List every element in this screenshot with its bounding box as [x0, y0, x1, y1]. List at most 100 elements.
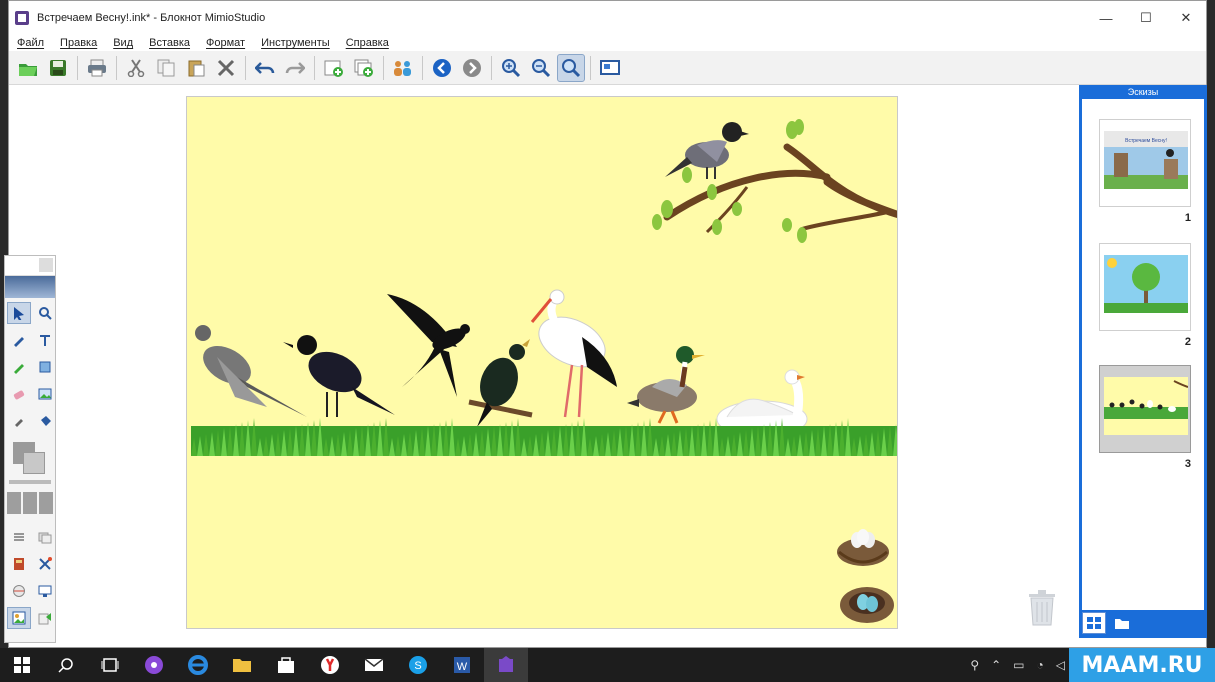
volume-icon[interactable]: ◁ [1056, 658, 1065, 672]
thumbnails-panel: Эскизы Встречаем Весну! 1 2 3 [1079, 85, 1207, 638]
menu-help[interactable]: Справка [346, 37, 389, 49]
title-bar: Встречаем Весну!.ink* - Блокнот MimioStu… [9, 1, 1206, 35]
nest-with-blue-eggs [840, 587, 894, 623]
zoom-tool-icon[interactable] [33, 302, 57, 324]
edge-icon[interactable] [176, 648, 220, 682]
copy-icon[interactable] [152, 54, 180, 82]
redo-icon[interactable] [281, 54, 309, 82]
layout-grid[interactable] [7, 492, 53, 514]
thumbnails-tab[interactable] [1082, 612, 1106, 634]
alice-icon[interactable] [132, 648, 176, 682]
gallery-tab[interactable] [1110, 612, 1134, 634]
pen-preview [5, 276, 55, 298]
wifi-icon[interactable]: ◔ [1037, 658, 1044, 672]
print-icon[interactable] [83, 54, 111, 82]
swallow [387, 294, 470, 397]
mimio-window: Встречаем Весну!.ink* - Блокнот MimioStu… [8, 0, 1207, 648]
dropper-icon[interactable] [7, 410, 31, 432]
grass-strip [191, 418, 897, 456]
explorer-icon[interactable] [220, 648, 264, 682]
stork [530, 289, 617, 418]
gallery-icon[interactable] [7, 607, 31, 629]
maximize-button[interactable]: ☐ [1126, 1, 1166, 35]
thumbnails-list: Встречаем Весну! 1 2 3 [1082, 99, 1204, 610]
yandex-icon[interactable] [308, 648, 352, 682]
trash-icon[interactable] [1026, 588, 1058, 626]
slide-artwork [195, 119, 897, 623]
back-icon[interactable] [428, 54, 456, 82]
task-view-icon[interactable] [88, 648, 132, 682]
search-icon[interactable] [44, 648, 88, 682]
paste-icon[interactable] [182, 54, 210, 82]
delete-icon[interactable] [212, 54, 240, 82]
skype-icon[interactable]: S [396, 648, 440, 682]
image-tool-icon[interactable] [33, 383, 57, 405]
tools-close-icon[interactable] [39, 258, 53, 272]
main-toolbar [9, 51, 1206, 85]
slide-page[interactable] [186, 96, 898, 629]
export-icon[interactable] [33, 607, 57, 629]
thumbnail-3-number: 3 [1184, 458, 1191, 470]
tools-icon[interactable] [33, 553, 57, 575]
zoom-out-icon[interactable] [527, 54, 555, 82]
taskbar: S W ⚲ ⌃ ▭ ◔ ◁ [0, 648, 1215, 682]
store-icon[interactable] [264, 648, 308, 682]
page-canvas[interactable] [9, 86, 1075, 634]
nest-with-eggs [837, 529, 889, 566]
menu-edit[interactable]: Правка [60, 37, 97, 49]
menu-file[interactable]: Файл [17, 37, 44, 49]
window-title: Встречаем Весну!.ink* - Блокнот MimioStu… [37, 12, 266, 24]
start-icon[interactable] [0, 648, 44, 682]
menu-insert[interactable]: Вставка [149, 37, 190, 49]
word-icon[interactable]: W [440, 648, 484, 682]
tree-branch [652, 119, 897, 243]
highlighter-icon[interactable] [7, 356, 31, 378]
forward-icon[interactable] [458, 54, 486, 82]
add-page-icon[interactable] [320, 54, 348, 82]
people-icon[interactable] [389, 54, 417, 82]
copy-layer-icon[interactable] [33, 526, 57, 548]
menu-format[interactable]: Формат [206, 37, 245, 49]
color-swatch[interactable] [11, 442, 49, 474]
svg-text:W: W [457, 661, 468, 673]
system-tray: ⚲ ⌃ ▭ ◔ ◁ [970, 648, 1065, 682]
lines-icon[interactable] [7, 526, 31, 548]
zoom-in-icon[interactable] [497, 54, 525, 82]
close-button[interactable]: ✕ [1166, 1, 1206, 35]
mimio-icon[interactable] [484, 648, 528, 682]
pen-icon[interactable] [7, 329, 31, 351]
people-tray-icon[interactable]: ⚲ [970, 658, 979, 672]
mail-icon[interactable] [352, 648, 396, 682]
tools-palette [4, 255, 56, 643]
svg-text:S: S [414, 660, 421, 672]
globe-icon[interactable] [7, 580, 31, 602]
eraser-icon[interactable] [7, 383, 31, 405]
crow-on-branch [665, 122, 749, 179]
thumbnail-3[interactable]: 3 [1099, 365, 1191, 470]
thumbnail-2[interactable]: 2 [1099, 243, 1191, 348]
screen-icon[interactable] [596, 54, 624, 82]
select-arrow-icon[interactable] [7, 302, 31, 324]
chevron-up-icon[interactable]: ⌃ [991, 658, 1001, 672]
menu-tools[interactable]: Инструменты [261, 37, 330, 49]
mimio-app-icon [15, 11, 29, 25]
thumbnail-1[interactable]: Встречаем Весну! 1 [1099, 119, 1191, 224]
zoom-fit-icon[interactable] [557, 53, 585, 82]
save-icon[interactable] [44, 54, 72, 82]
text-tool-icon[interactable] [33, 329, 57, 351]
minimize-button[interactable]: — [1086, 1, 1126, 35]
duplicate-page-icon[interactable] [350, 54, 378, 82]
cut-icon[interactable] [122, 54, 150, 82]
book-icon[interactable] [7, 553, 31, 575]
menu-view[interactable]: Вид [113, 37, 133, 49]
undo-icon[interactable] [251, 54, 279, 82]
screen-capture-icon[interactable] [33, 580, 57, 602]
shape-tool-icon[interactable] [33, 356, 57, 378]
line-width-slider[interactable] [9, 480, 51, 484]
thumbnail-1-number: 1 [1184, 212, 1191, 224]
thumbnails-title: Эскизы [1127, 87, 1159, 97]
fill-icon[interactable] [33, 410, 57, 432]
battery-icon[interactable]: ▭ [1013, 658, 1024, 672]
menu-bar: Файл Правка Вид Вставка Формат Инструмен… [9, 35, 1206, 51]
open-icon[interactable] [14, 54, 42, 82]
